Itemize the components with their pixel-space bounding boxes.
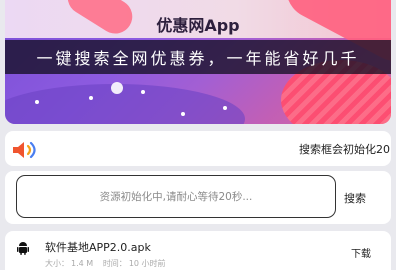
file-time: 10 小时前: [128, 259, 166, 268]
banner-decoration: [181, 112, 185, 116]
list-item: 软件基地APP2.0.apk 大小： 1.4 M 时间： 10 小时前 下载: [5, 231, 391, 270]
file-time-label: 时间：: [102, 259, 127, 268]
promo-banner[interactable]: 优惠网App 一键搜索全网优惠券，一年能省好几千: [5, 0, 391, 124]
banner-decoration: [89, 96, 93, 100]
speaker-icon: [13, 141, 36, 159]
banner-title: 优惠网App: [156, 16, 240, 35]
notice-text: 搜索框会初始化20: [299, 143, 390, 156]
search-input[interactable]: [16, 175, 336, 218]
banner-decoration: [223, 106, 227, 110]
banner-slogan: 一键搜索全网优惠券，一年能省好几千: [5, 40, 391, 74]
file-size-label: 大小：: [45, 259, 69, 268]
search-button[interactable]: 搜索: [344, 190, 366, 206]
notice-bar: 搜索框会初始化20: [5, 131, 391, 166]
banner-decoration: [5, 84, 245, 124]
android-icon: [17, 242, 29, 255]
download-button[interactable]: 下载: [351, 245, 371, 260]
file-name: 软件基地APP2.0.apk: [45, 241, 151, 254]
file-meta: 大小： 1.4 M 时间： 10 小时前: [45, 258, 168, 269]
banner-decoration: [35, 100, 39, 104]
banner-decoration: [141, 90, 145, 94]
banner-decoration: [111, 82, 123, 94]
search-card: 搜索: [5, 171, 391, 224]
banner-slogan-text: 一键搜索全网优惠券，一年能省好几千: [36, 49, 360, 68]
file-size: 1.4 M: [71, 259, 94, 268]
